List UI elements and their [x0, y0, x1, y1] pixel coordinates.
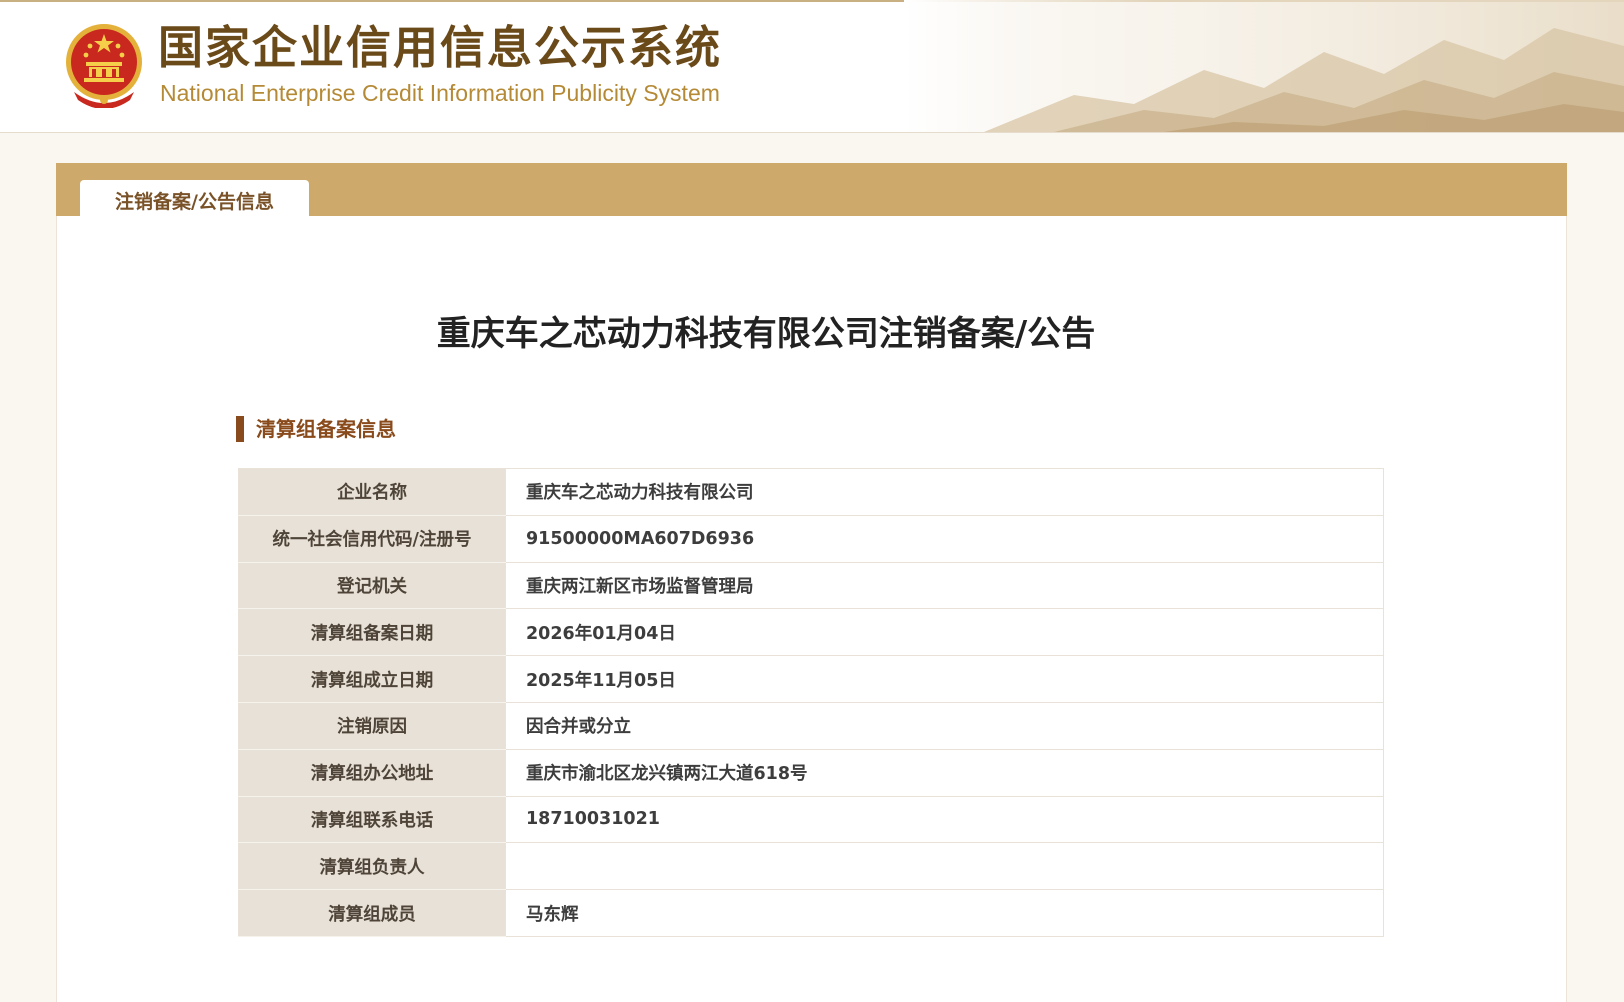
table-row: 清算组办公地址 重庆市渝北区龙兴镇两江大道618号: [238, 748, 1384, 797]
row-label: 统一社会信用代码/注册号: [238, 514, 506, 563]
row-value: 重庆市渝北区龙兴镇两江大道618号: [505, 748, 1384, 797]
site-header: 国家企业信用信息公示系统 National Enterprise Credit …: [0, 0, 1624, 133]
row-value: 马东辉: [505, 889, 1384, 937]
table-row: 注销原因 因合并或分立: [238, 701, 1384, 750]
row-label: 清算组办公地址: [238, 748, 506, 797]
row-label: 清算组成员: [238, 889, 506, 937]
table-row: 统一社会信用代码/注册号 91500000MA607D6936: [238, 514, 1384, 563]
row-label: 清算组负责人: [238, 842, 506, 891]
row-label: 企业名称: [238, 468, 506, 516]
row-label: 登记机关: [238, 561, 506, 610]
national-emblem-icon: [66, 24, 142, 108]
row-value: 重庆车之芯动力科技有限公司: [505, 468, 1384, 516]
row-label: 清算组备案日期: [238, 608, 506, 657]
row-value: 因合并或分立: [505, 701, 1384, 750]
page-title: 重庆车之芯动力科技有限公司注销备案/公告: [436, 314, 1096, 354]
tab-deregistration-notice[interactable]: 注销备案/公告信息: [80, 180, 309, 216]
row-value: 18710031021: [505, 795, 1384, 844]
section-marker: [236, 416, 244, 442]
site-title-chinese: 国家企业信用信息公示系统: [158, 21, 723, 74]
site-title-english: National Enterprise Credit Information P…: [160, 80, 720, 106]
row-value: 2026年01月04日: [505, 608, 1384, 657]
liquidation-info-table: 企业名称 重庆车之芯动力科技有限公司 统一社会信用代码/注册号 91500000…: [238, 468, 1384, 937]
table-row: 清算组负责人: [238, 842, 1384, 891]
section-title: 清算组备案信息: [256, 417, 396, 441]
row-label: 清算组联系电话: [238, 795, 506, 844]
row-label: 清算组成立日期: [238, 655, 506, 703]
row-value: 2025年11月05日: [505, 655, 1384, 703]
row-label: 注销原因: [238, 701, 506, 750]
table-row: 登记机关 重庆两江新区市场监督管理局: [238, 561, 1384, 610]
table-row: 清算组联系电话 18710031021: [238, 795, 1384, 844]
table-row: 清算组备案日期 2026年01月04日: [238, 608, 1384, 657]
row-value: [505, 842, 1384, 891]
mountain-landscape-decoration: [904, 0, 1624, 132]
table-row: 企业名称 重庆车之芯动力科技有限公司: [238, 468, 1384, 516]
table-row: 清算组成立日期 2025年11月05日: [238, 655, 1384, 703]
table-row: 清算组成员 马东辉: [238, 889, 1384, 937]
row-value: 重庆两江新区市场监督管理局: [505, 561, 1384, 610]
row-value: 91500000MA607D6936: [505, 514, 1384, 563]
